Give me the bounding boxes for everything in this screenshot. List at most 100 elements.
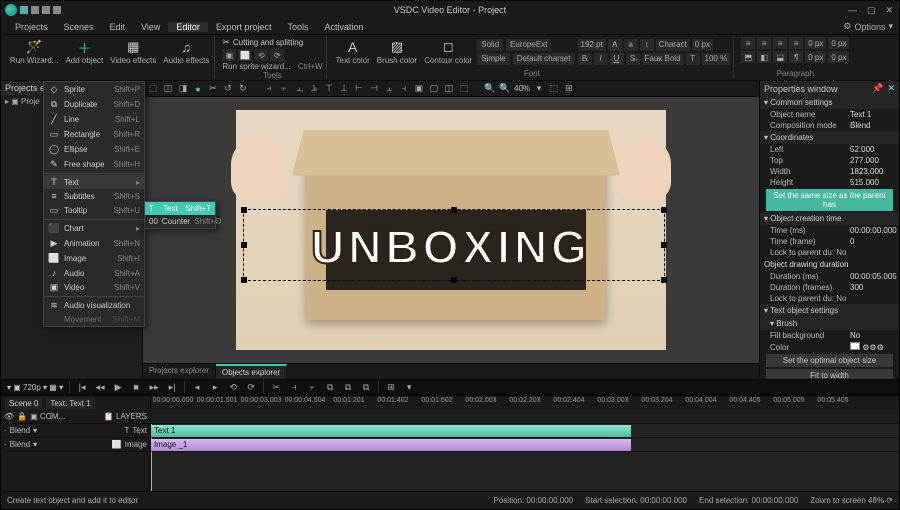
indent-field[interactable]: 0 px: [805, 37, 826, 49]
step-fwd-icon[interactable]: ▸▸: [148, 381, 160, 393]
align-icon[interactable]: ⫠: [383, 83, 395, 95]
tool-icon[interactable]: ⟲: [254, 49, 268, 61]
menu-projects[interactable]: Projects: [7, 22, 56, 32]
tool-icon[interactable]: ¶: [789, 51, 803, 63]
qat-icon[interactable]: [42, 6, 50, 14]
menu-item-sprite[interactable]: ◇SpriteShift+P: [44, 82, 144, 97]
bold-button[interactable]: B: [578, 53, 592, 65]
tool-icon[interactable]: ⫞: [288, 381, 300, 393]
clip[interactable]: Image _1: [151, 439, 631, 451]
align-icon[interactable]: ⊥: [338, 83, 350, 95]
tool-icon[interactable]: ⬜: [238, 49, 252, 61]
stop-icon[interactable]: ■: [130, 381, 142, 393]
duration-frames-field[interactable]: 300: [850, 283, 895, 292]
menu-item-audio[interactable]: ♪AudioShift+A: [44, 266, 144, 280]
tool-icon[interactable]: ⊞: [563, 83, 575, 95]
font-family-dropdown[interactable]: EuropeExt: [506, 39, 551, 51]
run-wizard-button[interactable]: 🪄Run Wizard...: [8, 37, 60, 66]
menu-item-subtitles[interactable]: ≡SubtitlesShift+S: [44, 189, 144, 203]
menu-item-tooltip[interactable]: ▭TooltipShift+U: [44, 203, 144, 218]
qat-icon[interactable]: [20, 6, 28, 14]
align-icon[interactable]: ⫟: [278, 83, 290, 95]
align-icon[interactable]: ▣: [413, 83, 425, 95]
tool-icon[interactable]: ✂: [270, 381, 282, 393]
align-icon[interactable]: ⊣: [368, 83, 380, 95]
menu-item-text[interactable]: TText▸: [44, 175, 144, 189]
align-left-button[interactable]: ≡: [741, 37, 755, 49]
menu-export[interactable]: Export project: [208, 22, 280, 32]
strike-button[interactable]: S̶: [626, 53, 640, 65]
top-field[interactable]: 277.000: [850, 156, 895, 165]
options-button[interactable]: ⚙ Options ▾: [843, 21, 893, 32]
align-icon[interactable]: ⊤: [323, 83, 335, 95]
menu-item-rectangle[interactable]: ▭RectangleShift+R: [44, 127, 144, 142]
align-icon[interactable]: ⊢: [353, 83, 365, 95]
zoom-out-icon[interactable]: 🔍: [484, 83, 496, 95]
tool-icon[interactable]: ◨: [177, 83, 189, 95]
audio-effects-button[interactable]: ♫Audio effects: [161, 37, 211, 66]
tool-icon[interactable]: ⟲: [227, 381, 239, 393]
optimal-size-button[interactable]: Set the optimal object size: [766, 354, 893, 367]
tool-icon[interactable]: ⟳: [245, 381, 257, 393]
tool-icon[interactable]: ▸: [209, 381, 221, 393]
tool-icon[interactable]: ↕: [640, 39, 654, 51]
tab-objects-explorer[interactable]: Objects explorer: [216, 364, 287, 379]
tool-icon[interactable]: A: [608, 39, 622, 51]
tool-icon[interactable]: ⧉: [342, 381, 354, 393]
timeline-tracks[interactable]: Text 1Image _1: [151, 410, 899, 491]
minimize-icon[interactable]: —: [848, 5, 857, 15]
track-header[interactable]: ·Blend▾TText: [1, 424, 150, 438]
align-icon[interactable]: ⫠: [293, 83, 305, 95]
indent-field[interactable]: 0 px: [805, 51, 826, 63]
menu-view[interactable]: View: [133, 22, 168, 32]
tool-icon[interactable]: ↺: [222, 83, 234, 95]
tool-icon[interactable]: ↻: [237, 83, 249, 95]
menu-item-video[interactable]: ▣VideoShift+V: [44, 280, 144, 295]
same-size-button[interactable]: Set the same size as the parent has: [766, 189, 893, 211]
composition-mode-field[interactable]: Blend: [850, 121, 895, 130]
resolution-dropdown[interactable]: ▾ ▣ 720p ▾ ▦ ▾: [7, 383, 63, 392]
menu-scenes[interactable]: Scenes: [56, 22, 102, 32]
pin-icon[interactable]: 📌: [872, 83, 883, 94]
menu-item-ellipse[interactable]: ◯EllipseShift+E: [44, 142, 144, 157]
width-field[interactable]: 1823.000: [850, 167, 895, 176]
font-size-field[interactable]: 192 pt: [578, 39, 606, 51]
tool-icon[interactable]: T: [686, 53, 700, 65]
underline-button[interactable]: U: [610, 53, 624, 65]
tab-projects-explorer[interactable]: Projects explorer: [143, 364, 216, 379]
menu-item-duplicate[interactable]: ⧉DuplicateShift+D: [44, 97, 144, 112]
time-ruler[interactable]: 00:00:00.00000:00:01.50100:00:03.00300:0…: [151, 396, 899, 410]
indent-field[interactable]: 0 px: [828, 37, 849, 49]
indent-field[interactable]: 0 px: [828, 51, 849, 63]
tool-icon[interactable]: ◂: [191, 381, 203, 393]
video-effects-button[interactable]: ▦Video effects: [108, 37, 158, 66]
align-center-button[interactable]: ≡: [757, 37, 771, 49]
menu-item-chart[interactable]: ⬛Chart▸: [44, 221, 144, 236]
scene-tab[interactable]: Scene 0: [5, 398, 42, 409]
valign-top-button[interactable]: ⬒: [741, 51, 755, 63]
viewport[interactable]: UNBOXING: [143, 97, 759, 363]
tool-icon[interactable]: ●: [192, 83, 204, 95]
tool-icon[interactable]: ▣: [222, 49, 236, 61]
step-back-icon[interactable]: ◂◂: [94, 381, 106, 393]
duration-ms-field[interactable]: 00:00:05.005: [850, 272, 895, 281]
menu-item-free-shape[interactable]: ✎Free shapeShift+H: [44, 157, 144, 172]
align-icon[interactable]: ⫡: [308, 83, 320, 95]
menu-tools[interactable]: Tools: [279, 22, 316, 32]
menu-edit[interactable]: Edit: [102, 22, 134, 32]
simple-dropdown[interactable]: Simple: [477, 53, 509, 65]
char-spacing-dropdown[interactable]: Charact: [656, 39, 690, 51]
contour-color-button[interactable]: ◻Contour color: [422, 37, 474, 66]
menu-item-line[interactable]: ╱LineShift+L: [44, 112, 144, 127]
align-right-button[interactable]: ≡: [773, 37, 787, 49]
zoom-value[interactable]: 40%: [514, 84, 530, 93]
align-icon[interactable]: ▢: [428, 83, 440, 95]
italic-button[interactable]: I: [594, 53, 608, 65]
tool-icon[interactable]: ▾: [403, 381, 415, 393]
menu-item-movement[interactable]: MovementShift+M: [44, 313, 144, 326]
add-object-button[interactable]: ＋Add object: [63, 37, 105, 66]
time-ms-field[interactable]: 00:00:00.000: [850, 226, 895, 235]
time-frame-field[interactable]: 0: [850, 237, 895, 246]
maximize-icon[interactable]: ▢: [867, 5, 876, 16]
track[interactable]: Image _1: [151, 438, 899, 452]
